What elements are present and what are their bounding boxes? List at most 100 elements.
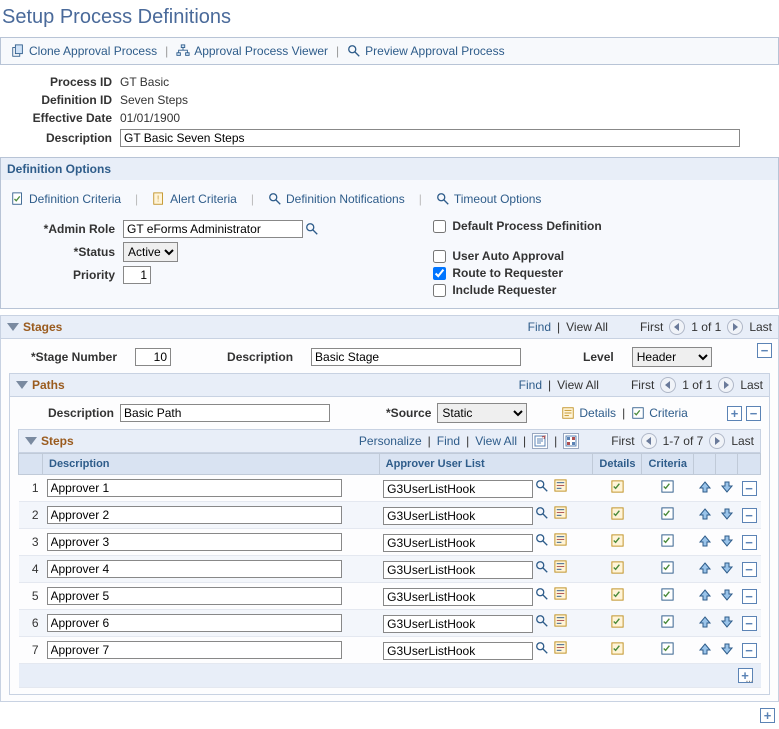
step-details-inline-icon[interactable] — [553, 536, 568, 550]
step-approver-input[interactable] — [383, 480, 533, 498]
step-description-input[interactable] — [47, 479, 342, 497]
step-move-up-button[interactable] — [698, 564, 712, 578]
status-select[interactable]: Active — [123, 242, 178, 262]
collapse-icon[interactable] — [7, 323, 19, 331]
step-criteria-icon[interactable] — [660, 510, 675, 524]
step-description-input[interactable] — [47, 506, 342, 524]
step-details-inline-icon[interactable] — [553, 590, 568, 604]
step-move-up-button[interactable] — [698, 537, 712, 551]
include-requester-checkbox[interactable] — [433, 284, 446, 297]
path-description-input[interactable] — [120, 404, 330, 422]
step-description-input[interactable] — [47, 641, 342, 659]
paths-find-link[interactable]: Find — [519, 378, 542, 392]
step-details-icon[interactable] — [610, 564, 625, 578]
step-approver-lookup[interactable] — [535, 587, 549, 601]
step-approver-input[interactable] — [383, 642, 533, 660]
step-approver-lookup[interactable] — [535, 479, 549, 493]
paths-prev-button[interactable] — [660, 377, 676, 393]
steps-add-row-button[interactable]: +… — [738, 668, 753, 683]
step-details-icon[interactable] — [610, 591, 625, 605]
steps-next-button[interactable] — [709, 433, 725, 449]
step-approver-input[interactable] — [383, 507, 533, 525]
stage-number-input[interactable] — [135, 348, 171, 366]
step-move-down-button[interactable] — [720, 564, 734, 578]
step-description-input[interactable] — [47, 614, 342, 632]
zoom-icon[interactable] — [532, 433, 548, 449]
step-delete-button[interactable]: − — [742, 508, 757, 523]
path-source-select[interactable]: Static — [437, 403, 527, 423]
step-details-icon[interactable] — [610, 483, 625, 497]
step-move-down-button[interactable] — [720, 510, 734, 524]
process-viewer-link[interactable]: Approval Process Viewer — [176, 44, 328, 58]
step-move-down-button[interactable] — [720, 618, 734, 632]
step-move-down-button[interactable] — [720, 537, 734, 551]
col-approver-user-list[interactable]: Approver User List — [379, 454, 593, 475]
definition-criteria-link[interactable]: Definition Criteria — [11, 192, 121, 206]
admin-role-lookup[interactable] — [305, 222, 319, 236]
col-details[interactable]: Details — [593, 454, 642, 475]
step-approver-input[interactable] — [383, 615, 533, 633]
download-icon[interactable] — [563, 433, 579, 449]
preview-process-link[interactable]: Preview Approval Process — [347, 44, 504, 58]
step-approver-lookup[interactable] — [535, 614, 549, 628]
step-criteria-icon[interactable] — [660, 537, 675, 551]
step-criteria-icon[interactable] — [660, 483, 675, 497]
step-move-down-button[interactable] — [720, 483, 734, 497]
step-move-down-button[interactable] — [720, 645, 734, 659]
step-move-down-button[interactable] — [720, 591, 734, 605]
step-move-up-button[interactable] — [698, 510, 712, 524]
step-details-inline-icon[interactable] — [553, 509, 568, 523]
step-details-inline-icon[interactable] — [553, 644, 568, 658]
stages-find-link[interactable]: Find — [528, 320, 551, 334]
step-delete-button[interactable]: − — [742, 562, 757, 577]
step-approver-input[interactable] — [383, 534, 533, 552]
paths-next-button[interactable] — [718, 377, 734, 393]
step-details-icon[interactable] — [610, 510, 625, 524]
stage-level-select[interactable]: Header — [632, 347, 712, 367]
step-description-input[interactable] — [47, 533, 342, 551]
step-move-up-button[interactable] — [698, 618, 712, 632]
step-delete-button[interactable]: − — [742, 481, 757, 496]
user-auto-checkbox[interactable] — [433, 250, 446, 263]
definition-notifications-link[interactable]: Definition Notifications — [268, 192, 405, 206]
col-criteria[interactable]: Criteria — [642, 454, 694, 475]
step-approver-lookup[interactable] — [535, 641, 549, 655]
step-criteria-icon[interactable] — [660, 591, 675, 605]
path-criteria-link[interactable]: Criteria — [631, 406, 688, 420]
step-details-inline-icon[interactable] — [553, 617, 568, 631]
step-criteria-icon[interactable] — [660, 618, 675, 632]
path-details-link[interactable]: Details — [561, 406, 616, 420]
steps-viewall-link[interactable]: View All — [475, 434, 517, 448]
steps-personalize-link[interactable]: Personalize — [359, 434, 422, 448]
stages-next-button[interactable] — [727, 319, 743, 335]
step-move-up-button[interactable] — [698, 591, 712, 605]
step-delete-button[interactable]: − — [742, 643, 757, 658]
stages-delete-button[interactable]: − — [757, 343, 772, 358]
step-details-icon[interactable] — [610, 618, 625, 632]
step-move-up-button[interactable] — [698, 645, 712, 659]
step-details-icon[interactable] — [610, 645, 625, 659]
priority-input[interactable] — [123, 266, 151, 284]
step-approver-lookup[interactable] — [535, 533, 549, 547]
path-add-button[interactable]: + — [727, 406, 742, 421]
default-process-checkbox[interactable] — [433, 220, 446, 233]
step-details-icon[interactable] — [610, 537, 625, 551]
steps-prev-button[interactable] — [641, 433, 657, 449]
step-criteria-icon[interactable] — [660, 564, 675, 578]
collapse-icon[interactable] — [25, 437, 37, 445]
step-details-inline-icon[interactable] — [553, 563, 568, 577]
step-approver-input[interactable] — [383, 588, 533, 606]
step-details-inline-icon[interactable] — [553, 482, 568, 496]
step-delete-button[interactable]: − — [742, 535, 757, 550]
steps-find-link[interactable]: Find — [437, 434, 460, 448]
col-description[interactable]: Description — [43, 454, 380, 475]
collapse-icon[interactable] — [16, 381, 28, 389]
timeout-options-link[interactable]: Timeout Options — [436, 192, 542, 206]
step-delete-button[interactable]: − — [742, 616, 757, 631]
alert-criteria-link[interactable]: ! Alert Criteria — [152, 192, 237, 206]
stages-add-button[interactable]: + — [760, 708, 775, 723]
description-input[interactable] — [120, 129, 740, 147]
step-approver-lookup[interactable] — [535, 560, 549, 574]
step-criteria-icon[interactable] — [660, 645, 675, 659]
stage-description-input[interactable] — [311, 348, 521, 366]
